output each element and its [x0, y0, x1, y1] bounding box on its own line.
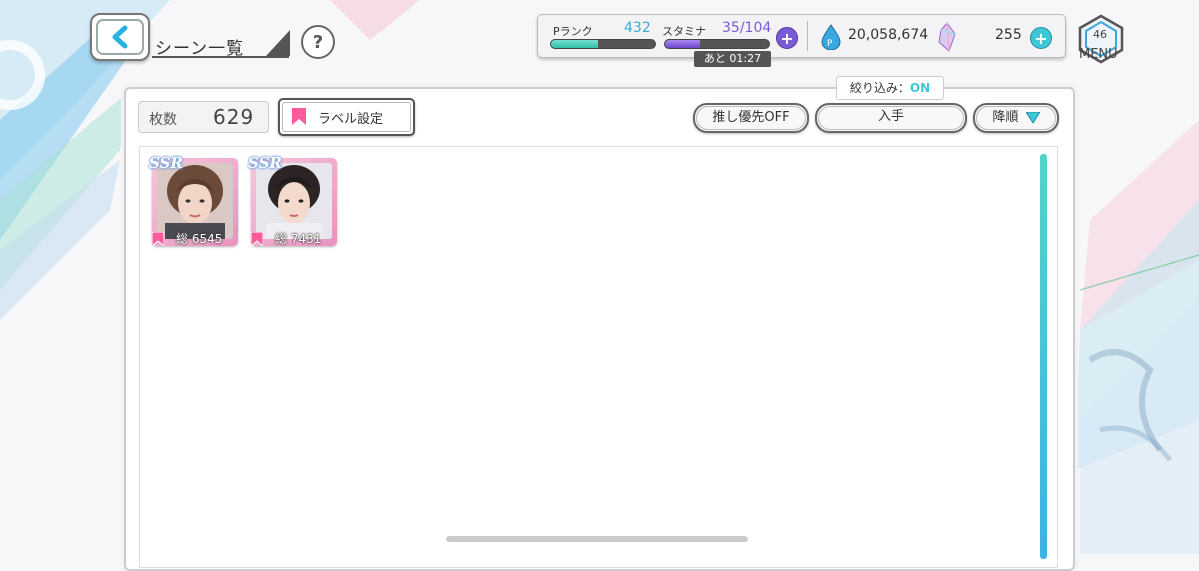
- menu-label: MENU: [1079, 47, 1118, 62]
- prank-gauge: [550, 39, 656, 49]
- bookmark-icon: [152, 232, 164, 246]
- member-photo: [256, 163, 332, 239]
- total-stat: 総 7431: [275, 232, 322, 246]
- stamina-label: スタミナ: [662, 25, 706, 38]
- vertical-scrollbar[interactable]: [1040, 154, 1047, 559]
- sort-order-label: 降順: [992, 110, 1019, 125]
- plus-icon: +: [780, 28, 794, 48]
- bookmark-icon: [251, 232, 263, 246]
- total-stat: 総 6545: [176, 232, 223, 246]
- stamina-max: 104: [744, 20, 772, 36]
- scene-card[interactable]: SSR 総 6545: [149, 154, 238, 246]
- oshi-priority-toggle[interactable]: 推し優先OFF: [693, 103, 809, 133]
- label-settings-label: ラベル設定: [318, 112, 384, 127]
- help-button[interactable]: ?: [301, 25, 335, 59]
- plus-icon: +: [1034, 28, 1048, 48]
- oshi-priority-label: 推し優先OFF: [712, 110, 790, 125]
- level-value: 46: [1093, 28, 1107, 41]
- stamina-current: 35: [722, 20, 740, 36]
- gem-plus-button[interactable]: +: [1030, 27, 1052, 49]
- rarity-badge: SSR: [149, 154, 183, 172]
- filter-tag-label: 絞り込み：: [849, 81, 910, 95]
- prank-label: Pランク: [553, 25, 593, 38]
- scene-card[interactable]: SSR 総 7431: [248, 154, 337, 246]
- count-label: 枚数: [149, 112, 177, 128]
- count-value: 629: [213, 105, 255, 129]
- rarity-badge: SSR: [248, 154, 282, 172]
- sort-order-button[interactable]: 降順: [973, 103, 1059, 133]
- sort-key-button[interactable]: 入手: [815, 103, 967, 133]
- back-button[interactable]: [90, 13, 150, 61]
- divider: [807, 21, 808, 51]
- card-count: 枚数 629: [138, 101, 269, 133]
- status-bar: Pランク 432 スタミナ 35/104 + P 20,058,674 255 …: [537, 14, 1066, 58]
- currency-value: 20,058,674: [848, 27, 929, 43]
- svg-text:P: P: [827, 39, 833, 49]
- title-triangle-icon: [266, 30, 290, 56]
- currency-drop-icon: P: [821, 24, 841, 50]
- horizontal-scrollbar[interactable]: [446, 536, 748, 542]
- sort-key-label: 入手: [877, 109, 904, 124]
- gem-value: 255: [995, 27, 1022, 43]
- filter-status-tag: 絞り込み：ON: [836, 76, 944, 100]
- label-settings-button[interactable]: ラベル設定: [278, 98, 415, 136]
- stamina-plus-button[interactable]: +: [776, 27, 798, 49]
- help-icon: ?: [312, 31, 324, 53]
- filter-tag-state: ON: [909, 81, 931, 95]
- gem-icon: [938, 22, 956, 52]
- prank-value: 432: [624, 20, 651, 36]
- member-photo: [157, 163, 233, 239]
- stamina-gauge: [664, 39, 770, 49]
- triangle-down-icon: [1024, 111, 1041, 124]
- chevron-left-icon: [112, 25, 128, 49]
- title-underline: [152, 56, 289, 58]
- bookmark-icon: [292, 108, 306, 125]
- stamina-timer: あと 01:27: [694, 51, 771, 67]
